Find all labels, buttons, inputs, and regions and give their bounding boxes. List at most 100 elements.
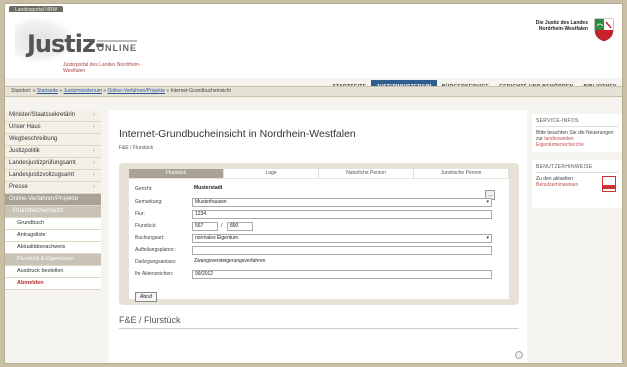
breadcrumb-prefix: Standort: <box>11 88 32 94</box>
page-title: Internet-Grundbucheinsicht in Nordrhein-… <box>119 128 356 140</box>
row-flur: Flur: 1234 <box>135 210 505 219</box>
sidebar-nav: Minister/Staatssekretärin › Unser Haus › W… <box>5 110 101 290</box>
section-breadcrumb: F&E / Flurstück <box>119 145 154 151</box>
sidebar-item-grundbuch[interactable]: Grundbuch <box>5 218 101 230</box>
breadcrumb-bar: Standort: » Startseite » Justizministeri… <box>5 86 622 97</box>
sidebar-item-label: Grundbucheinsicht <box>13 208 64 214</box>
row-flurstueck: Flurstück: 567 / 890 <box>135 222 505 231</box>
darlegung-value: Zwangsversteigerungsverfahren <box>192 258 394 265</box>
breadcrumb-link-justizministerium[interactable]: Justizministerium <box>64 88 102 94</box>
scroll-up-icon[interactable] <box>515 351 523 359</box>
sidebar-item-justizpolitik[interactable]: Justizpolitik › <box>5 146 101 158</box>
benutzerhinweise-title: BENUTZERHINWEISE <box>536 164 618 173</box>
right-column: SERVICE-INFOS Bitte beachten Sie die Neu… <box>532 114 622 216</box>
chevron-right-icon: › <box>93 172 95 178</box>
row-gericht: Gericht: Musterstadt … <box>135 185 505 200</box>
sidebar-item-label: Ausdruck bestellen <box>17 268 64 274</box>
sidebar-item-presse[interactable]: Presse › <box>5 182 101 194</box>
logo-online-text: ONLINE <box>97 40 138 53</box>
sidebar-item-label: Antragsliste <box>17 232 46 238</box>
benutzerhinweise-box: BENUTZERHINWEISE Zu den aktuellen Benutz… <box>532 160 622 208</box>
sidebar-item-antragsliste[interactable]: Antragsliste <box>5 230 101 242</box>
section-divider <box>119 328 519 329</box>
gericht-label: Gericht: <box>135 186 153 192</box>
nrw-state-logo[interactable]: Die Justiz des Landes Nordrhein-Westfale… <box>524 18 614 42</box>
sidebar-item-grundbucheinsicht[interactable]: Grundbucheinsicht <box>5 206 101 218</box>
aufteilung-label: Aufteilungsplannr.: <box>135 247 177 253</box>
row-buchungsart: Buchungsart: normales Eigentum ▾ <box>135 234 505 243</box>
row-gemarkung: Gemarkung: Musterhausen ▾ <box>135 198 505 207</box>
sidebar-item-label: Justizpolitik <box>9 148 40 154</box>
breadcrumb-sep: » <box>32 88 36 94</box>
dropdown-arrow-icon: ▾ <box>486 235 489 241</box>
sidebar-item-label: Minister/Staatssekretärin <box>9 112 76 118</box>
logo-justiz-text: Justiz- <box>27 30 105 58</box>
service-info-text: Bitte beachten Sie die Neuerungen zur la… <box>536 130 618 148</box>
justiz-online-logo[interactable]: Justiz- ONLINE Justizportal des Landes N… <box>15 18 145 74</box>
sidebar-item-label: Online-Verfahren/Projekte <box>9 196 79 202</box>
row-aktenzeichen: Ihr Aktenzeichen: 99/2012 <box>135 270 505 279</box>
sidebar-item-ausdruck-bestellen[interactable]: Ausdruck bestellen <box>5 266 101 278</box>
row-aufteilung: Aufteilungsplannr.: <box>135 246 505 255</box>
chevron-right-icon: › <box>93 160 95 166</box>
gemarkung-label: Gemarkung: <box>135 199 163 205</box>
top-strip <box>5 4 622 12</box>
tab-lage[interactable]: Lage <box>224 169 319 178</box>
search-form: Gericht: Musterstadt … Gemarkung: Muster… <box>129 179 509 299</box>
aufteilung-input[interactable] <box>192 246 492 255</box>
benutzerhinweise-text: Zu den aktuellen Benutzerhinweisen <box>536 176 594 188</box>
flur-input[interactable]: 1234 <box>192 210 492 219</box>
gemarkung-select[interactable]: Musterhausen ▾ <box>192 198 492 207</box>
sidebar-item-flurstueck-eigentuemer[interactable]: Flurstück & Eigentümer <box>5 254 101 266</box>
buchungsart-label: Buchungsart: <box>135 235 165 241</box>
sidebar-item-wegbeschreibung[interactable]: Wegbeschreibung <box>5 134 101 146</box>
nrw-crest-icon <box>594 18 614 42</box>
logo-subtitle: Justizportal des Landes Nordrhein-Westfa… <box>63 62 141 74</box>
flur-label: Flur: <box>135 211 145 217</box>
chevron-right-icon: › <box>93 184 95 190</box>
search-tabs: Flurstück Lage Natürliche Person Juristi… <box>129 169 509 178</box>
sidebar-item-label: Grundbuch <box>17 220 45 226</box>
breadcrumb: Standort: » Startseite » Justizministeri… <box>11 88 231 95</box>
aktenzeichen-label: Ihr Aktenzeichen: <box>135 271 174 277</box>
gericht-value: Musterstadt <box>192 185 314 192</box>
breadcrumb-sep: » <box>59 88 63 94</box>
darlegung-label: Darlegungsanlass: <box>135 259 177 265</box>
benutzerhinweise-link[interactable]: Benutzerhinweisen <box>536 182 578 188</box>
tab-natuerliche-person[interactable]: Natürliche Person <box>319 169 414 178</box>
breadcrumb-sep: » <box>103 88 107 94</box>
sidebar-item-abmelden[interactable]: Abmelden <box>5 278 101 290</box>
breadcrumb-link-startseite[interactable]: Startseite <box>37 88 58 94</box>
service-info-box: SERVICE-INFOS Bitte beachten Sie die Neu… <box>532 114 622 152</box>
breadcrumb-link-online-verfahren[interactable]: Online-Verfahren/Projekte <box>107 88 165 94</box>
pdf-band <box>603 185 615 189</box>
aktenzeichen-input[interactable]: 99/2012 <box>192 270 492 279</box>
sidebar-item-label: Presse <box>9 184 28 190</box>
sidebar-item-minister[interactable]: Minister/Staatssekretärin › <box>5 110 101 122</box>
flurstueck-nenner-input[interactable]: 890 <box>227 222 253 231</box>
sidebar-item-unser-haus[interactable]: Unser Haus › <box>5 122 101 134</box>
breadcrumb-sep: » <box>166 88 170 94</box>
sidebar-item-label: Wegbeschreibung <box>9 136 58 142</box>
flurstueck-zaehler-input[interactable]: 567 <box>192 222 218 231</box>
sidebar-item-vollzugsamt[interactable]: Landesjustizvollzugsamt › <box>5 170 101 182</box>
gemarkung-selected-value: Musterhausen <box>195 199 227 205</box>
tab-juristische-person[interactable]: Juristische Person <box>414 169 509 178</box>
chevron-right-icon: › <box>93 124 95 130</box>
sidebar-item-label: Aktualitätsnachweis <box>17 244 66 250</box>
breadcrumb-current: Internet-Grundbucheinsicht <box>170 88 231 94</box>
service-info-link[interactable]: landesweiten Eigentümerrecherche <box>536 136 584 148</box>
search-form-panel: Flurstück Lage Natürliche Person Juristi… <box>119 163 519 305</box>
sidebar-item-label: Flurstück & Eigentümer <box>17 256 75 262</box>
tab-flurstueck[interactable]: Flurstück <box>129 169 224 178</box>
results-section-title: F&E / Flurstück <box>119 315 181 325</box>
buchungsart-select[interactable]: normales Eigentum ▾ <box>192 234 492 243</box>
sidebar-item-label: Landesjustizprüfungsamt <box>9 160 76 166</box>
sidebar-item-pruefungsamt[interactable]: Landesjustizprüfungsamt › <box>5 158 101 170</box>
state-name: Die Justiz des Landes Nordrhein-Westfale… <box>535 20 588 32</box>
pdf-document-icon[interactable] <box>602 176 616 192</box>
sidebar-section-online-verfahren[interactable]: Online-Verfahren/Projekte <box>5 194 101 206</box>
sidebar-item-aktualitaetsnachweis[interactable]: Aktualitätsnachweis <box>5 242 101 254</box>
chevron-right-icon: › <box>93 112 95 118</box>
abruf-button[interactable]: Abruf <box>135 292 157 302</box>
